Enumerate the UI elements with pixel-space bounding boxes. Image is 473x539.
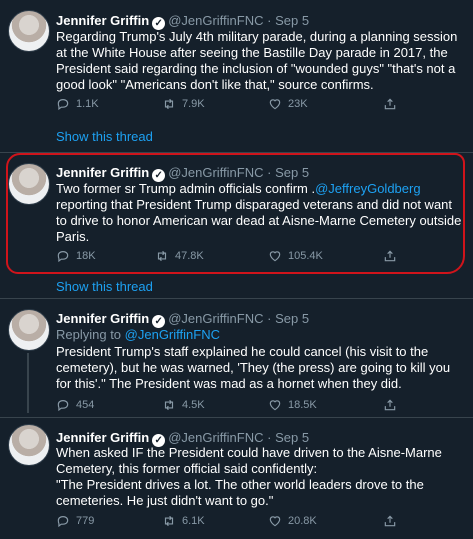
avatar[interactable] [8, 424, 50, 466]
retweet-button[interactable]: 7.9K [162, 97, 205, 111]
tweet-4[interactable]: Jennifer Griffin ✓ @JenGriffinFNC · Sep 5 … [0, 418, 473, 539]
reply-count: 454 [76, 399, 95, 411]
retweet-icon [164, 98, 174, 110]
separator-dot: · [267, 13, 272, 28]
reply-count: 1.1K [76, 98, 99, 110]
tweet-1[interactable]: Jennifer Griffin ✓ @JenGriffinFNC · Sep 5 … [0, 0, 473, 150]
author-handle[interactable]: @JenGriffinFNC [168, 13, 263, 28]
retweet-count: 7.9K [182, 98, 205, 110]
tweet-actions: 454 4.5K 18.5K [56, 398, 456, 414]
reply-icon [57, 400, 69, 412]
tweet-header: Jennifer Griffin ✓ @JenGriffinFNC · Sep 5 [56, 13, 309, 30]
share-icon [384, 98, 396, 110]
replying-to-link[interactable]: @JenGriffinFNC [125, 327, 220, 342]
like-count: 18.5K [288, 399, 317, 411]
reply-button[interactable]: 454 [56, 398, 94, 412]
replying-label: Replying to [56, 327, 125, 342]
like-button[interactable]: 20.8K [268, 514, 317, 528]
like-button[interactable]: 23K [268, 97, 308, 111]
show-thread-link[interactable]: Show this thread [56, 129, 153, 144]
tweet-text: President Trump's staff explained he cou… [56, 344, 454, 391]
share-icon [384, 515, 396, 527]
share-button[interactable] [383, 97, 397, 111]
share-icon [384, 399, 396, 411]
like-count: 20.8K [288, 515, 317, 527]
thread-connector-line [27, 353, 29, 413]
like-count: 23K [288, 98, 308, 110]
author-handle[interactable]: @JenGriffinFNC [168, 430, 263, 445]
avatar[interactable] [8, 309, 50, 351]
reply-icon [57, 516, 69, 528]
heart-icon [269, 400, 281, 411]
share-button[interactable] [383, 398, 397, 412]
retweet-icon [164, 399, 174, 411]
tweet-3[interactable]: Jennifer Griffin ✓ @JenGriffinFNC · Sep 5 … [0, 299, 473, 416]
show-thread-link[interactable]: Show this thread [56, 279, 153, 294]
reply-button[interactable]: 1.1K [56, 97, 99, 111]
separator-dot: · [267, 430, 272, 445]
tweet-date[interactable]: Sep 5 [275, 311, 309, 326]
tweet-header: Jennifer Griffin ✓ @JenGriffinFNC · Sep 5 [56, 311, 309, 328]
retweet-count: 6.1K [182, 515, 205, 527]
reply-count: 779 [76, 515, 95, 527]
tweet-date[interactable]: Sep 5 [275, 13, 309, 28]
like-button[interactable]: 18.5K [268, 398, 317, 412]
author-name[interactable]: Jennifer Griffin [56, 311, 149, 326]
heart-icon [269, 516, 281, 527]
tweet-text: Regarding Trump's July 4th military para… [56, 29, 461, 92]
share-button[interactable] [383, 514, 397, 528]
retweet-icon [164, 515, 174, 527]
retweet-button[interactable]: 4.5K [162, 398, 205, 412]
retweet-button[interactable]: 6.1K [162, 514, 205, 528]
separator-dot: · [267, 311, 272, 326]
heart-icon [269, 99, 281, 110]
author-handle[interactable]: @JenGriffinFNC [168, 311, 263, 326]
reply-button[interactable]: 779 [56, 514, 94, 528]
replying-to: Replying to @JenGriffinFNC [56, 327, 220, 342]
red-highlight-outline [6, 153, 465, 274]
author-name[interactable]: Jennifer Griffin [56, 430, 149, 445]
tweet-actions: 1.1K 7.9K 23K [56, 97, 456, 113]
tweet-actions: 779 6.1K 20.8K [56, 514, 456, 530]
tweet-text: When asked IF the President could have d… [56, 445, 442, 508]
avatar[interactable] [8, 10, 50, 52]
author-name[interactable]: Jennifer Griffin [56, 13, 149, 28]
retweet-count: 4.5K [182, 399, 205, 411]
tweet-date[interactable]: Sep 5 [275, 430, 309, 445]
reply-icon [57, 99, 69, 111]
